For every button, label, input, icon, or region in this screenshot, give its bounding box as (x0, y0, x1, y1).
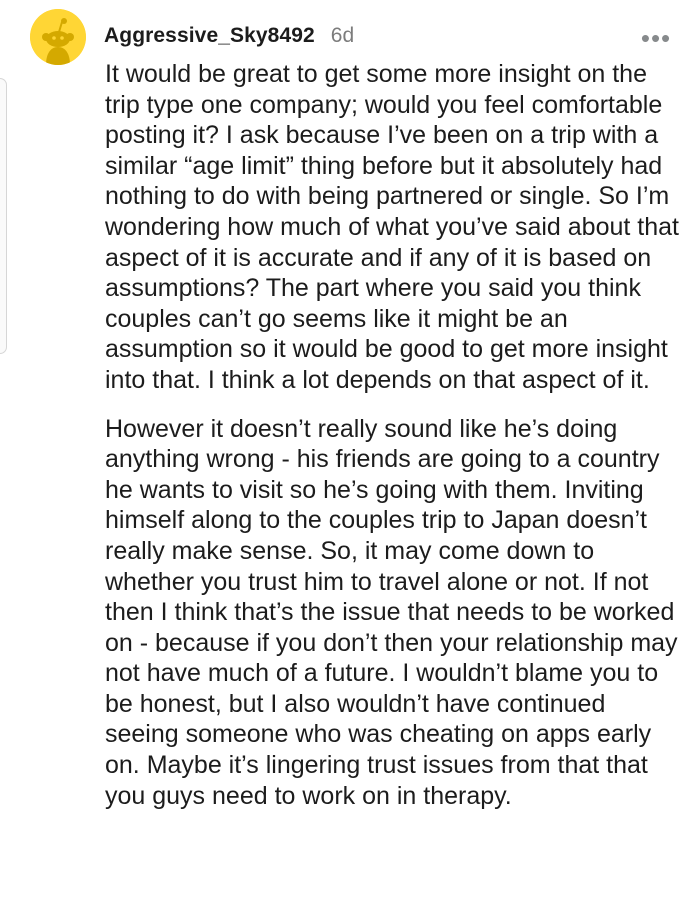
comment-meta: Aggressive_Sky8492 6d (104, 24, 354, 52)
comment-paragraph: However it doesn’t really sound like he’… (105, 414, 678, 810)
comment-age: 6d (330, 24, 355, 47)
reddit-snoo-avatar-icon (30, 9, 86, 65)
comment-paragraph: It would be great to get some more insig… (105, 60, 679, 394)
more-horizontal-icon: ••• (640, 23, 672, 53)
comment-body: It would be great to get some more insig… (105, 59, 679, 811)
comment: Aggressive_Sky8492 6d ••• It would be gr… (0, 0, 700, 909)
username[interactable]: Aggressive_Sky8492 (104, 24, 315, 48)
avatar[interactable] (30, 9, 86, 65)
more-options-button[interactable]: ••• (638, 23, 674, 53)
